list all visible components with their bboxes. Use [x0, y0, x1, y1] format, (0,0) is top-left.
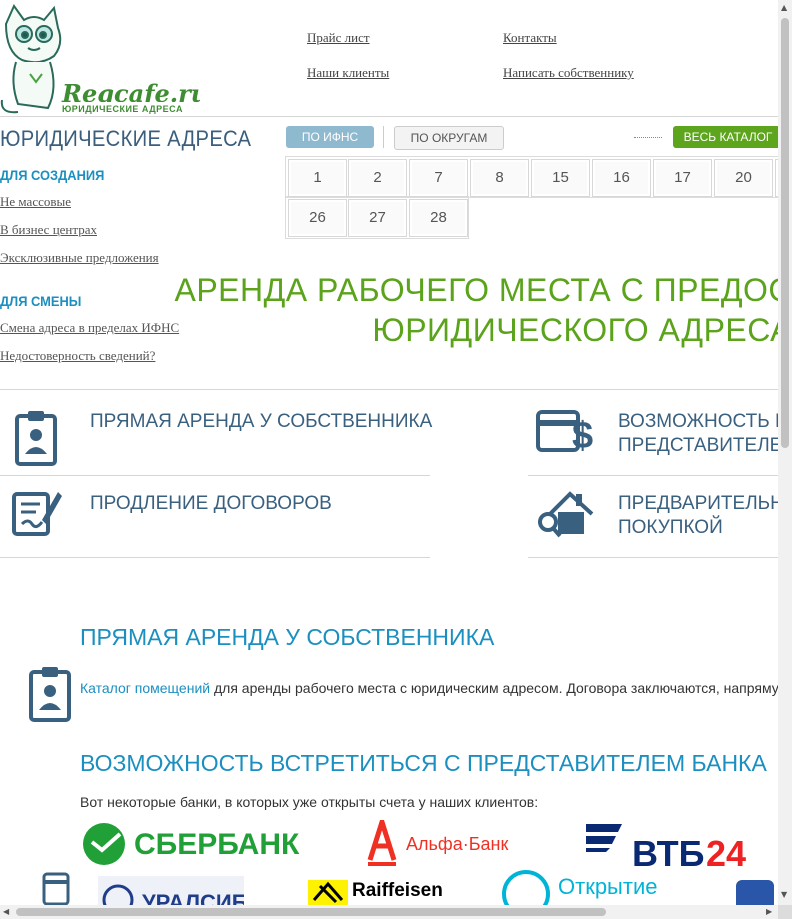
sberbank-label: СБЕРБАНК — [134, 828, 300, 861]
house-search-icon — [538, 491, 594, 538]
raiffeisen-label: Raiffeisen — [352, 880, 443, 901]
ifns-number-button[interactable]: 7 — [409, 159, 468, 197]
price-list-link[interactable]: Прайс лист — [307, 30, 370, 46]
section-direct-rent-text: Каталог помещений для аренды рабочего ме… — [80, 680, 778, 696]
uralsib-label: УРАЛСИБ — [142, 890, 244, 905]
sidebar-item-exclusive[interactable]: Эксклюзивные предложения — [0, 250, 159, 266]
logo-subtitle: ЮРИДИЧЕСКИЕ АДРЕСА — [62, 104, 183, 114]
dotted-divider — [634, 137, 662, 138]
feature-meet-bank-rep[interactable]: ВОЗМОЖНОСТЬ ВСТПРЕДСТАВИТЕЛЕМ — [618, 410, 778, 458]
hero-title-line1: АРЕНДА РАБОЧЕГО МЕСТА С ПРЕДОС — [174, 272, 778, 308]
tab-all-catalog[interactable]: ВЕСЬ КАТАЛОГ — [673, 126, 778, 148]
page: Regcafe.ru ЮРИДИЧЕСКИЕ АДРЕСА Прайс лист… — [0, 0, 778, 905]
scrollbar-corner — [778, 905, 792, 919]
bank-logo-partial — [736, 880, 774, 905]
money-card-icon — [42, 872, 70, 905]
uralsib-logo: УРАЛСИБ — [98, 876, 244, 905]
feature-direct-rent[interactable]: ПРЯМАЯ АРЕНДА У СОБСТВЕННИКА — [90, 410, 432, 434]
section-direct-rent-title: ПРЯМАЯ АРЕНДА У СОБСТВЕННИКА — [80, 624, 495, 650]
ifns-number-button[interactable]: 15 — [531, 159, 590, 197]
ifns-number-button[interactable]: 2 — [348, 159, 407, 197]
feature-preliminary-purchase[interactable]: ПРЕДВАРИТЕЛЬНЫПОКУПКОЙ — [618, 492, 778, 540]
feature-row-divider — [528, 475, 778, 476]
section-bank-text: Вот некоторые банки, в которых уже откры… — [80, 794, 539, 810]
horizontal-scroll-thumb[interactable] — [16, 908, 606, 916]
feature-contract-renewal[interactable]: ПРОДЛЕНИЕ ДОГОВОРОВ — [90, 492, 332, 516]
tab-by-okrug[interactable]: ПО ОКРУГАМ — [394, 126, 504, 150]
ifns-number-button[interactable]: 1 — [288, 159, 347, 197]
sidebar-section-create: ДЛЯ СОЗДАНИЯ — [0, 167, 105, 183]
ifns-number-button[interactable]: 28 — [409, 199, 468, 237]
alfa-bank-label: Альфа·Банк — [406, 834, 508, 854]
alfa-bank-logo: Альфа·Банк — [367, 820, 508, 866]
feature-row-divider — [528, 557, 778, 558]
scroll-right-arrow-icon[interactable]: ▶ — [766, 907, 772, 916]
site-logo[interactable]: Regcafe.ru ЮРИДИЧЕСКИЕ АДРЕСА — [0, 4, 200, 114]
contract-pen-icon — [12, 492, 62, 536]
section-bank-title: ВОЗМОЖНОСТЬ ВСТРЕТИТЬСЯ С ПРЕДСТАВИТЕЛЕМ… — [80, 750, 767, 776]
section-direct-rent-body: для аренды рабочего места с юридическим … — [210, 680, 778, 696]
clients-link[interactable]: Наши клиенты — [307, 65, 389, 81]
raiffeisen-logo: Raiffeisen — [308, 880, 443, 905]
vertical-scrollbar[interactable]: ▲ ▼ — [778, 0, 792, 905]
hero-title-line2: ЮРИДИЧЕСКОГО АДРЕСА — [372, 312, 778, 348]
ifns-number-button[interactable]: 8 — [470, 159, 529, 197]
tab-by-ifns[interactable]: ПО ИФНС — [286, 126, 374, 148]
ifns-number-button[interactable]: 16 — [592, 159, 651, 197]
feature-row-divider — [0, 475, 430, 476]
sidebar-item-business-centers[interactable]: В бизнес центрах — [0, 222, 97, 238]
money-card-icon: $ — [536, 410, 593, 454]
scroll-up-arrow-icon[interactable]: ▲ — [781, 3, 787, 12]
header-divider — [0, 116, 778, 117]
ifns-number-button[interactable]: 17 — [653, 159, 712, 197]
sidebar-item-unreliable-info[interactable]: Недостоверность сведений? — [0, 348, 155, 364]
ifns-number-button[interactable]: 20 — [714, 159, 773, 197]
catalog-link[interactable]: Каталог помещений — [80, 680, 210, 696]
ifns-number-button[interactable]: 26 — [288, 199, 347, 237]
sidebar-item-change-within-ifns[interactable]: Смена адреса в пределах ИФНС — [0, 320, 179, 336]
sberbank-logo: СБЕРБАНК — [83, 823, 300, 865]
sidebar-title: ЮРИДИЧЕСКИЕ АДРЕСА — [0, 126, 252, 151]
sidebar-item-not-mass[interactable]: Не массовые — [0, 194, 71, 210]
scroll-down-arrow-icon[interactable]: ▼ — [781, 890, 787, 899]
vtb24-logo: ВТБ 24 — [586, 824, 746, 870]
tab-separator — [383, 126, 384, 148]
svg-text:$: $ — [572, 415, 593, 454]
contacts-link[interactable]: Контакты — [503, 30, 557, 46]
vtb-label: ВТБ — [632, 833, 705, 870]
write-owner-link[interactable]: Написать собственнику — [503, 65, 634, 81]
badge-clipboard-icon — [15, 411, 57, 466]
ifns-number-button[interactable]: 27 — [348, 199, 407, 237]
sidebar-section-change: ДЛЯ СМЕНЫ — [0, 293, 82, 309]
feature-row-divider — [0, 557, 430, 558]
scroll-left-arrow-icon[interactable]: ◀ — [3, 907, 9, 916]
otkritie-logo: Открытие — [502, 870, 657, 905]
vtb-24-label: 24 — [706, 833, 746, 870]
cat-mascot — [0, 4, 62, 114]
otkritie-label: Открытие — [558, 874, 657, 899]
vertical-scroll-thumb[interactable] — [781, 18, 789, 448]
badge-clipboard-icon — [29, 667, 71, 722]
features-divider — [0, 389, 778, 390]
horizontal-scrollbar[interactable]: ◀ ▶ — [0, 905, 778, 919]
